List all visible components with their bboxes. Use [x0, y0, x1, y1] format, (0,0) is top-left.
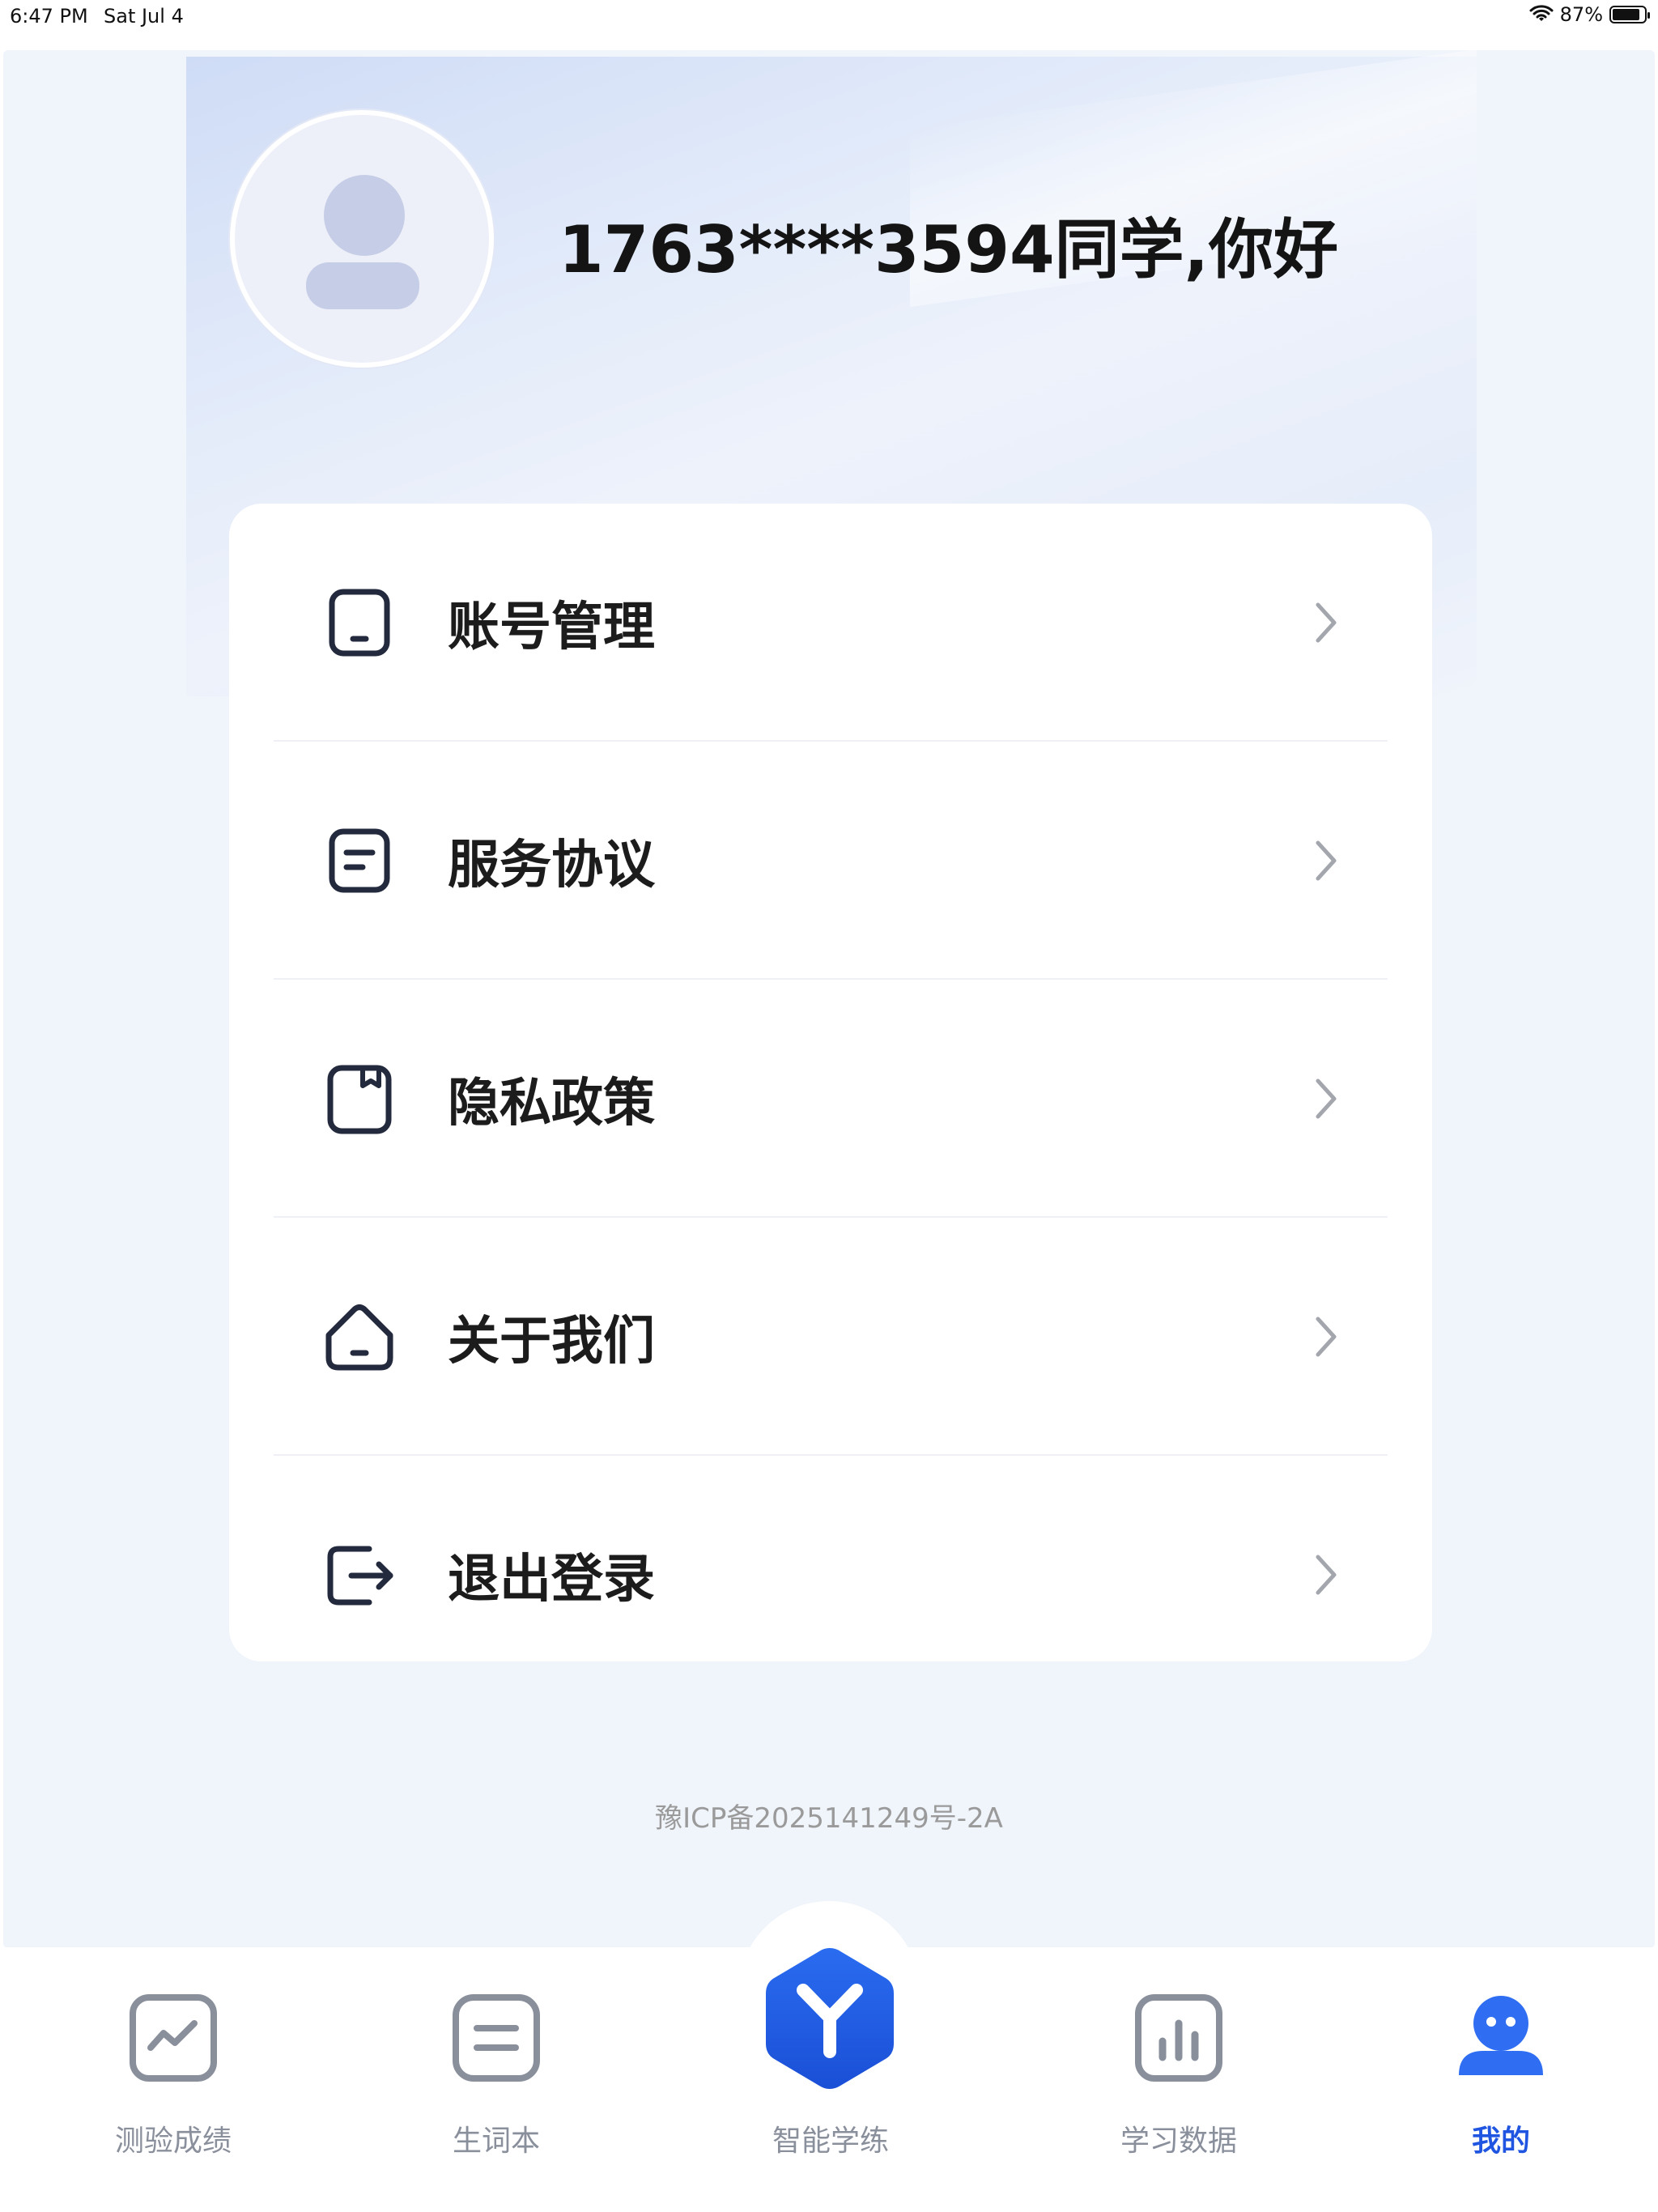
tab-label-my-profile: 我的 — [1471, 2125, 1530, 2158]
chevron-right-icon — [1316, 1555, 1337, 1595]
tab-vocabulary[interactable]: 生词本 — [375, 1947, 618, 2209]
greeting-text: 1763****3594同学,你好 — [559, 212, 1339, 287]
tab-study-data[interactable]: 学习数据 — [1057, 1947, 1300, 2209]
chevron-right-icon — [1316, 1078, 1337, 1119]
document-icon — [329, 828, 390, 893]
chevron-right-icon — [1316, 1317, 1337, 1357]
user-avatar-icon[interactable] — [230, 110, 494, 368]
profile-icon — [1459, 1996, 1543, 2075]
avatar-body — [306, 262, 419, 309]
avatar-head — [324, 175, 405, 256]
tab-label-vocabulary: 生词本 — [452, 2125, 540, 2158]
menu-label-about-us: 关于我们 — [448, 1312, 655, 1372]
status-bar: 6:47 PM Sat Jul 4 87% — [0, 0, 1658, 32]
trend-chart-icon — [130, 1994, 217, 2082]
status-right: 87% — [1529, 3, 1650, 26]
wifi-icon — [1529, 5, 1554, 21]
settings-menu-card: 账号管理 服务协议 隐私政策 关于我们 退出登录 — [229, 504, 1432, 1661]
menu-label-account: 账号管理 — [448, 598, 655, 657]
menu-item-service-agreement[interactable]: 服务协议 — [274, 742, 1388, 980]
tab-label-smart-practice: 智能学练 — [772, 2125, 889, 2158]
menu-item-privacy-policy[interactable]: 隐私政策 — [274, 980, 1388, 1218]
tab-quiz-results[interactable]: 测验成绩 — [52, 1947, 295, 2209]
menu-label-logout: 退出登录 — [448, 1550, 655, 1610]
battery-percent: 87% — [1559, 3, 1603, 26]
menu-label-service-agreement: 服务协议 — [448, 836, 655, 895]
smart-practice-icon[interactable] — [761, 1943, 899, 2097]
battery-icon — [1609, 6, 1650, 23]
battery-fill — [1613, 9, 1640, 20]
menu-item-logout[interactable]: 退出登录 — [274, 1456, 1388, 1694]
bookmark-icon — [327, 1065, 392, 1134]
chevron-right-icon — [1316, 840, 1337, 881]
status-time: 6:47 PM — [10, 5, 88, 28]
phone-icon — [329, 589, 390, 657]
menu-label-privacy-policy: 隐私政策 — [448, 1074, 655, 1134]
menu-item-account[interactable]: 账号管理 — [274, 504, 1388, 742]
chevron-right-icon — [1316, 602, 1337, 643]
notebook-icon — [453, 1994, 540, 2082]
bar-chart-icon — [1135, 1994, 1222, 2082]
tab-label-quiz-results: 测验成绩 — [114, 2125, 232, 2158]
home-icon — [325, 1304, 393, 1371]
tab-label-study-data: 学习数据 — [1120, 2125, 1237, 2158]
menu-item-about-us[interactable]: 关于我们 — [274, 1218, 1388, 1456]
status-date: Sat Jul 4 — [104, 5, 184, 28]
icp-license-text: 豫ICP备2025141249号-2A — [655, 1802, 1003, 1835]
logout-icon — [327, 1546, 393, 1606]
tab-my-profile[interactable]: 我的 — [1380, 1947, 1622, 2209]
